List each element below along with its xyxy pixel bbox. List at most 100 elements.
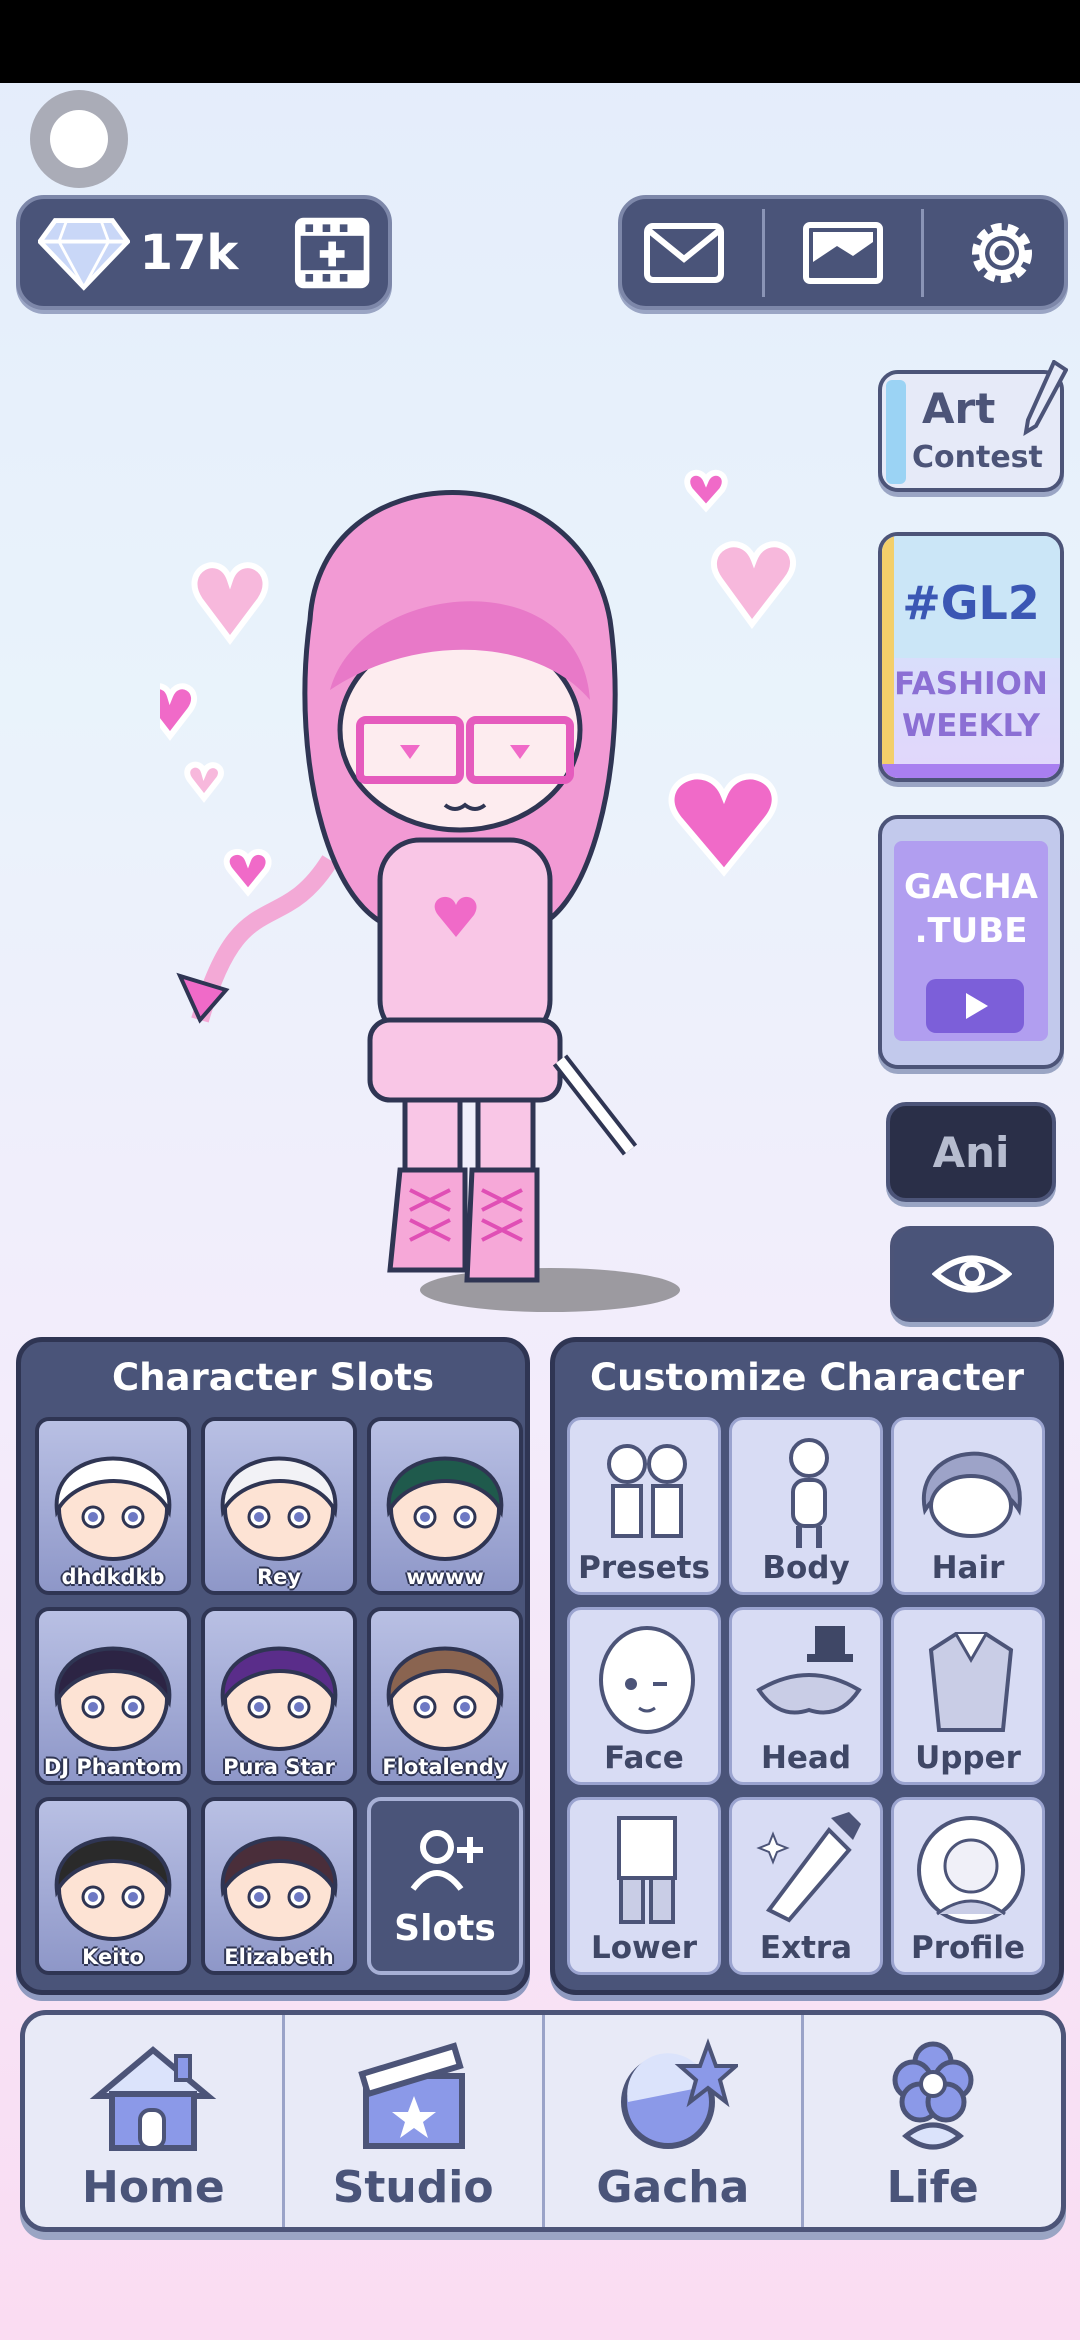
nav-studio[interactable]: Studio — [281, 2015, 542, 2227]
customize-label: Face — [604, 1740, 684, 1776]
fashion-weekly-button[interactable]: #GL2 FASHION WEEKLY — [878, 532, 1064, 782]
tube-line1: GACHA — [904, 867, 1038, 907]
status-bar — [0, 0, 1080, 83]
eye-icon — [932, 1255, 1012, 1293]
character-slot-name: dhdkdkb — [61, 1565, 165, 1589]
character-portrait — [386, 1646, 504, 1751]
character-slot-name: Elizabeth — [224, 1945, 334, 1969]
customize-label: Head — [760, 1740, 852, 1776]
character-slot[interactable]: Elizabeth — [201, 1797, 357, 1975]
floating-assist-button[interactable] — [30, 90, 128, 188]
body-icon — [789, 1438, 829, 1548]
hair-icon — [921, 1451, 1022, 1538]
character-portrait — [220, 1456, 338, 1561]
floating-assist-dot — [50, 110, 108, 168]
customize-label: Presets — [578, 1550, 710, 1586]
profile-icon — [917, 1816, 1025, 1924]
character-slot-name: DJ Phantom — [43, 1755, 183, 1779]
ani-button[interactable]: Ani — [886, 1102, 1056, 1202]
customize-label: Hair — [931, 1550, 1005, 1586]
customize-head-button[interactable]: Head — [729, 1607, 883, 1785]
character-slot[interactable]: Pura Star — [201, 1607, 357, 1785]
fashion-tag: #GL2 — [902, 576, 1040, 630]
top-actions — [618, 195, 1068, 310]
gacha-tube-button[interactable]: GACHA .TUBE — [878, 815, 1064, 1069]
customize-upper-button[interactable]: Upper — [891, 1607, 1045, 1785]
customize-label: Lower — [590, 1930, 697, 1966]
character-portrait — [220, 1646, 338, 1751]
add-slots-label: Slots — [394, 1908, 496, 1949]
divider — [921, 208, 925, 297]
character-portrait — [386, 1456, 504, 1561]
fashion-line2: WEEKLY — [902, 708, 1040, 744]
play-icon — [926, 979, 1024, 1033]
character-slot[interactable]: Rey — [201, 1417, 357, 1595]
character-portrait — [54, 1646, 172, 1751]
gem-count: 17k — [139, 224, 239, 281]
flower-icon — [892, 2041, 974, 2150]
customize-body-button[interactable]: Body — [729, 1417, 883, 1595]
nav-life[interactable]: Life — [801, 2015, 1061, 2227]
gem-balance[interactable]: 17k — [16, 195, 392, 310]
tube-line2: .TUBE — [914, 911, 1028, 951]
eye-toggle-button[interactable] — [890, 1226, 1054, 1322]
character-portrait — [54, 1836, 172, 1941]
character-slot-name: Keito — [82, 1945, 144, 1969]
nav-studio-label: Studio — [332, 2162, 494, 2213]
customize-label: Extra — [759, 1930, 853, 1966]
character-slot-name: Flotalendy — [382, 1755, 508, 1779]
notebook-strip — [886, 380, 906, 484]
add-slots-button[interactable]: Slots — [367, 1797, 523, 1975]
character-slot[interactable]: DJ Phantom — [35, 1607, 191, 1785]
customize-label: Body — [762, 1550, 850, 1586]
face-icon — [599, 1626, 695, 1734]
bottom-navigation: Home Studio Gacha Life — [20, 2010, 1066, 2232]
pencil-icon — [1023, 360, 1068, 436]
settings-icon[interactable] — [957, 213, 1047, 293]
customize-label: Profile — [911, 1930, 1025, 1966]
gallery-icon[interactable] — [798, 213, 888, 293]
character-slot[interactable]: dhdkdkb — [35, 1417, 191, 1595]
character-slot-name: Pura Star — [223, 1755, 335, 1779]
divider — [761, 208, 765, 297]
character-avatar[interactable] — [160, 460, 880, 1330]
customize-face-button[interactable]: Face — [567, 1607, 721, 1785]
customize-profile-button[interactable]: Profile — [891, 1797, 1045, 1975]
character-slot[interactable]: Flotalendy — [367, 1607, 523, 1785]
fashion-line1: FASHION — [894, 666, 1048, 702]
customize-title: Customize Character — [589, 1356, 1024, 1399]
customize-label: Upper — [915, 1740, 1021, 1776]
customize-extra-button[interactable]: Extra — [729, 1797, 883, 1975]
head-icon — [756, 1626, 862, 1715]
customize-lower-button[interactable]: Lower — [567, 1797, 721, 1975]
clapperboard-icon — [358, 2042, 466, 2149]
art-contest-line2: Contest — [912, 440, 1043, 475]
character-portrait — [54, 1456, 172, 1561]
character-slot-name: wwww — [406, 1565, 484, 1589]
upper-icon — [928, 1632, 1014, 1732]
nav-home-label: Home — [82, 2162, 225, 2213]
fashion-band — [882, 764, 1060, 778]
diamond-icon — [38, 217, 130, 291]
house-icon — [90, 2046, 217, 2151]
customize-presets-button[interactable]: Presets — [567, 1417, 721, 1595]
character-slot[interactable]: wwww — [367, 1417, 523, 1595]
customize-hair-button[interactable]: Hair — [891, 1417, 1045, 1595]
presets-icon — [607, 1444, 687, 1538]
nav-home[interactable]: Home — [25, 2015, 282, 2227]
nav-life-label: Life — [886, 2162, 979, 2213]
mail-icon[interactable] — [639, 213, 729, 293]
art-contest-line1: Art — [922, 384, 996, 433]
extra-icon — [756, 1812, 861, 1923]
character-slots-title: Character Slots — [112, 1356, 434, 1399]
lower-icon — [617, 1816, 677, 1924]
nav-gacha[interactable]: Gacha — [541, 2015, 802, 2227]
art-contest-button[interactable]: Art Contest — [878, 360, 1068, 492]
watch-ad-add-icon[interactable] — [294, 215, 370, 291]
customize-panel: Customize Character Presets Body Hair Face H… — [550, 1337, 1064, 1995]
nav-gacha-label: Gacha — [596, 2162, 750, 2213]
gacha-ball-icon — [620, 2038, 738, 2149]
character-portrait — [220, 1836, 338, 1941]
character-slot-name: Rey — [256, 1565, 302, 1589]
character-slot[interactable]: Keito — [35, 1797, 191, 1975]
